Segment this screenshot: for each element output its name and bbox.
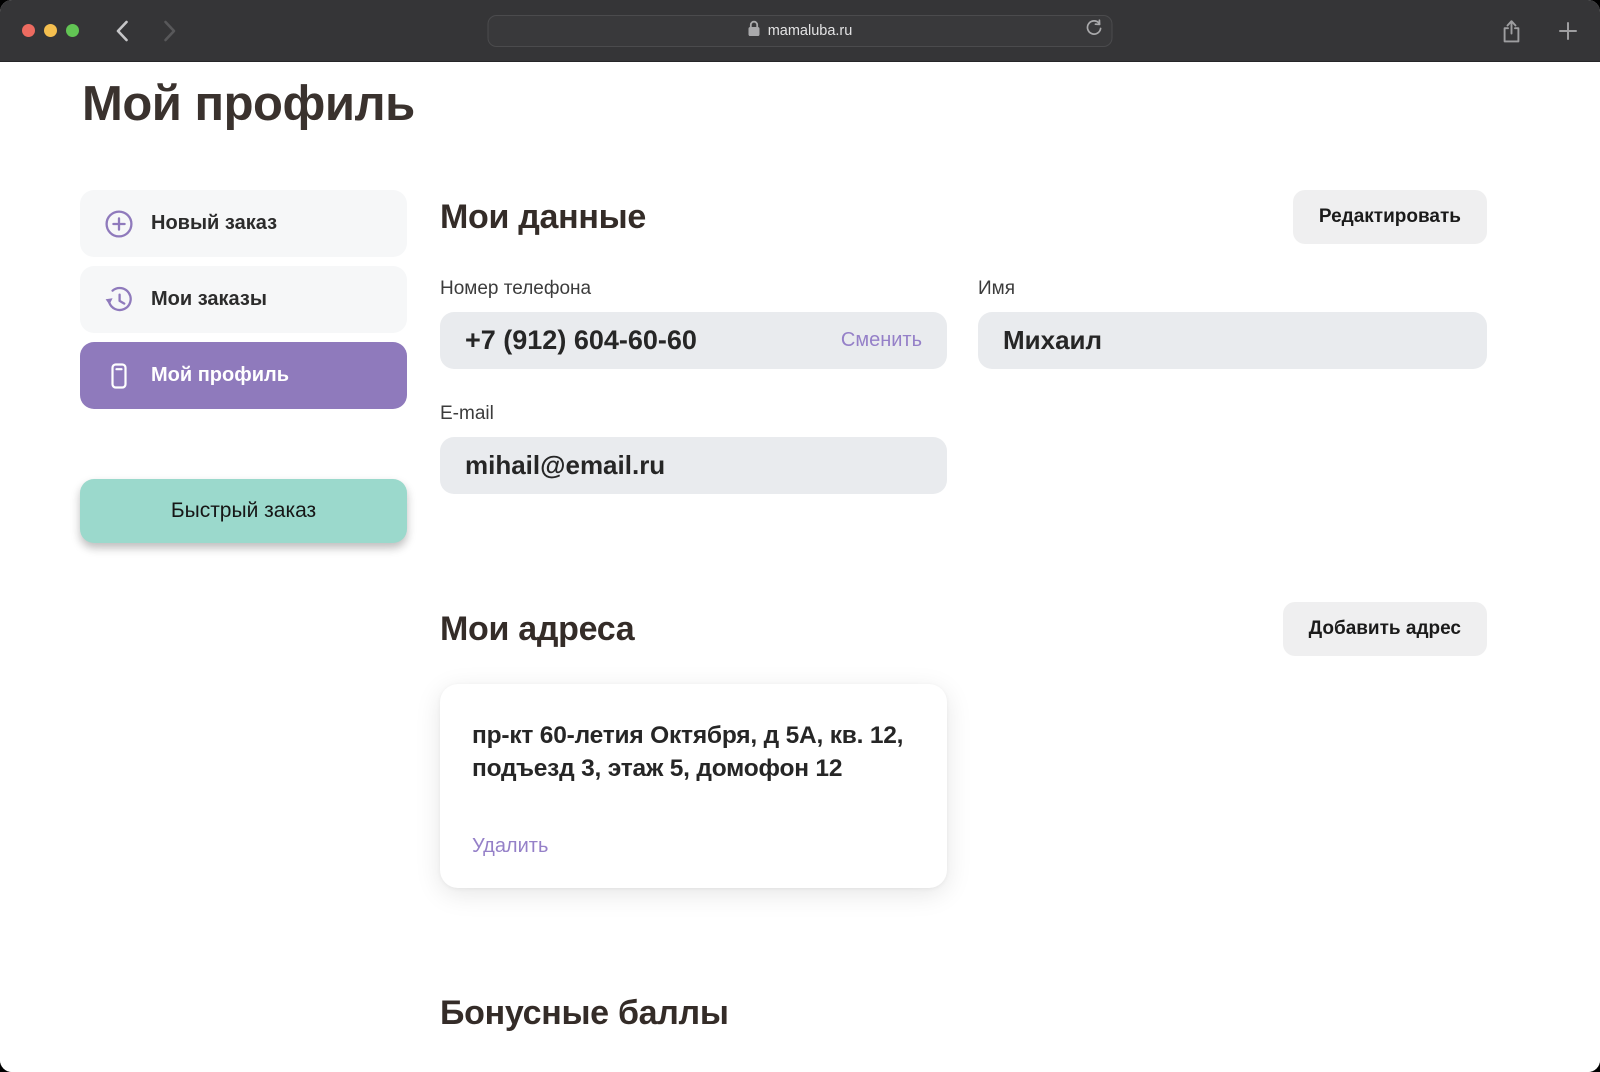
- sidebar-item-new-order[interactable]: Новый заказ: [80, 190, 407, 257]
- sidebar: Новый заказ Мои заказы: [80, 190, 407, 1033]
- phone-field-group: Номер телефона +7 (912) 604-60-60 Сменит…: [440, 278, 947, 369]
- name-value: Михаил: [1003, 325, 1102, 356]
- section-addresses: Мои адреса Добавить адрес пр-кт 60-летия…: [440, 602, 1487, 888]
- name-field[interactable]: Михаил: [978, 312, 1487, 369]
- back-icon[interactable]: [109, 18, 135, 44]
- sidebar-item-my-profile[interactable]: Мой профиль: [80, 342, 407, 409]
- name-field-group: Имя Михаил: [978, 278, 1487, 369]
- browser-nav: [109, 18, 183, 44]
- email-value: mihail@email.ru: [465, 450, 665, 481]
- change-phone-link[interactable]: Сменить: [841, 329, 922, 352]
- window-controls: [22, 24, 79, 37]
- quick-order-label: Быстрый заказ: [171, 499, 316, 523]
- add-address-button[interactable]: Добавить адрес: [1283, 602, 1487, 656]
- sidebar-item-label: Мой профиль: [151, 364, 289, 387]
- email-field-group: E-mail mihail@email.ru: [440, 403, 947, 494]
- sidebar-item-label: Новый заказ: [151, 212, 277, 235]
- forward-icon[interactable]: [157, 18, 183, 44]
- address-card: пр-кт 60-летия Октября, д 5А, кв. 12, по…: [440, 684, 947, 888]
- section-my-data: Мои данные Редактировать Номер телефона …: [440, 190, 1487, 494]
- main-content: Мои данные Редактировать Номер телефона …: [440, 190, 1487, 1033]
- address-bar[interactable]: mamaluba.ru: [488, 15, 1113, 47]
- address-text: пр-кт 60-летия Октября, д 5А, кв. 12, по…: [472, 720, 917, 785]
- name-label: Имя: [978, 278, 1487, 300]
- bonus-title: Бонусные баллы: [440, 994, 1487, 1033]
- email-field[interactable]: mihail@email.ru: [440, 437, 947, 494]
- close-window-button[interactable]: [22, 24, 35, 37]
- url-text: mamaluba.ru: [768, 23, 853, 39]
- history-clock-icon: [104, 285, 134, 315]
- share-icon[interactable]: [1501, 18, 1522, 44]
- edit-button[interactable]: Редактировать: [1293, 190, 1487, 244]
- phone-field[interactable]: +7 (912) 604-60-60 Сменить: [440, 312, 947, 369]
- phone-label: Номер телефона: [440, 278, 947, 300]
- reload-icon[interactable]: [1086, 19, 1103, 43]
- email-label: E-mail: [440, 403, 947, 425]
- zoom-window-button[interactable]: [66, 24, 79, 37]
- new-tab-icon[interactable]: [1558, 21, 1578, 41]
- browser-toolbar: mamaluba.ru: [0, 0, 1600, 62]
- page-title: Мой профиль: [82, 76, 1600, 132]
- quick-order-button[interactable]: Быстрый заказ: [80, 479, 407, 543]
- delete-address-link[interactable]: Удалить: [472, 835, 548, 858]
- section-bonus: Бонусные баллы: [440, 994, 1487, 1033]
- my-data-title: Мои данные: [440, 198, 646, 237]
- phone-value: +7 (912) 604-60-60: [465, 325, 697, 356]
- minimize-window-button[interactable]: [44, 24, 57, 37]
- toolbar-right: [1501, 18, 1578, 44]
- browser-window: mamaluba.ru Мой профиль Нов: [0, 0, 1600, 1072]
- page-content: Мой профиль Новый заказ: [0, 62, 1600, 1072]
- plus-circle-icon: [104, 209, 134, 239]
- sidebar-item-my-orders[interactable]: Мои заказы: [80, 266, 407, 333]
- sidebar-item-label: Мои заказы: [151, 288, 267, 311]
- lock-icon: [748, 20, 761, 42]
- addresses-title: Мои адреса: [440, 610, 634, 649]
- phone-icon: [104, 361, 134, 391]
